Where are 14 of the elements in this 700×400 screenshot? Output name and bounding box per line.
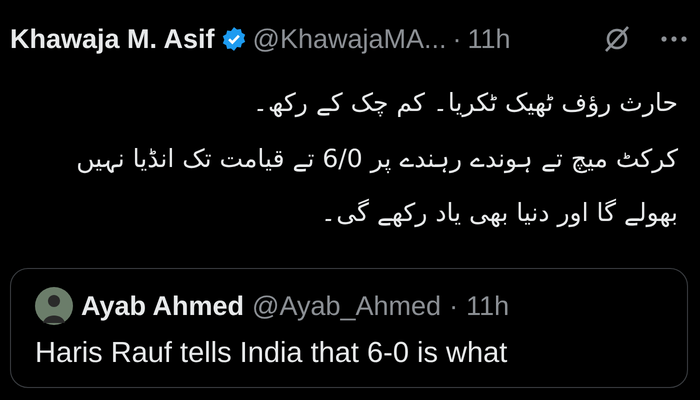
quoted-author-name[interactable]: Ayab Ahmed (81, 290, 244, 322)
timestamp[interactable]: 11h (466, 290, 510, 322)
more-options-icon[interactable] (660, 35, 688, 43)
tweet-text: کرکٹ میچ تے ہوندے رہندے پر 6/0 تے قیامت تک انڈیا نہیں بھولے گا اور دنیا بھی یاد رکھے گی۔ (75, 143, 678, 230)
quoted-author-handle[interactable]: @Ayab_Ahmed (252, 290, 442, 322)
author-name[interactable]: Khawaja M. Asif (10, 24, 215, 54)
avatar-icon (35, 287, 73, 325)
separator-dot: · (449, 290, 458, 322)
quoted-tweet-text: Haris Rauf tells India that 6-0 is what (35, 337, 508, 370)
tweet-text: حارث رؤف ٹھیک ٹکریا۔ کم چک کے رکھ۔ (252, 87, 678, 120)
timestamp[interactable]: 11h (468, 24, 511, 54)
quoted-tweet-card[interactable]: Ayab Ahmed @Ayab_Ahmed · 11h Haris Rauf tells India that 6-0 is what (10, 268, 688, 388)
author-handle[interactable]: @KhawajaMA... (252, 24, 447, 54)
separator-dot: · (452, 24, 462, 54)
